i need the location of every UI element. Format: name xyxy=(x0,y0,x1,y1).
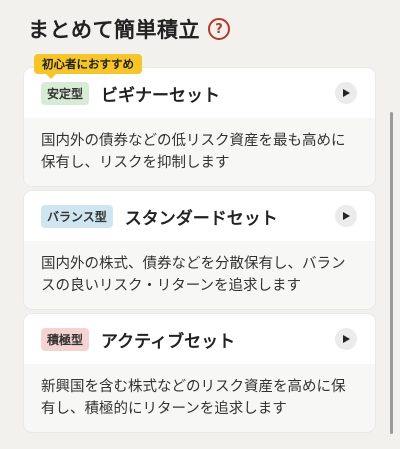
page-title: まとめて簡単積立 xyxy=(28,18,200,42)
risk-badge: 安定型 xyxy=(41,81,90,105)
risk-badge: 積極型 xyxy=(41,327,90,351)
play-icon xyxy=(343,212,350,220)
set-description: 新興国を含む株式などのリスク資産を高めに保有し、積極的にリターンを追求します xyxy=(41,379,346,417)
play-icon xyxy=(343,335,350,343)
play-button[interactable] xyxy=(335,82,357,104)
page-header: まとめて簡単積立 ? xyxy=(28,14,230,44)
risk-badge: バランス型 xyxy=(41,204,113,228)
set-description: 国内外の株式、債券などを分散保有し、バランスの良いリスク・リターンを追求します xyxy=(41,256,346,294)
set-name: ビギナーセット xyxy=(101,85,221,106)
scrollbar[interactable] xyxy=(390,112,393,434)
set-description: 国内外の債券などの低リスク資産を最も高めに保有し、リスクを抑制します xyxy=(41,133,346,171)
play-button[interactable] xyxy=(335,328,357,350)
play-button[interactable] xyxy=(335,205,357,227)
card-header[interactable]: バランス型 スタンダードセット xyxy=(24,191,375,241)
play-icon xyxy=(343,89,350,97)
set-name: スタンダードセット xyxy=(124,208,278,229)
set-card-active[interactable]: 積極型 アクティブセット 新興国を含む株式などのリスク資産を高めに保有し、積極的… xyxy=(24,314,375,432)
set-name: アクティブセット xyxy=(101,331,236,352)
card-header[interactable]: 積極型 アクティブセット xyxy=(24,314,375,364)
set-card-standard[interactable]: バランス型 スタンダードセット 国内外の株式、債券などを分散保有し、バランスの良… xyxy=(24,191,375,309)
recommended-ribbon: 初心者におすすめ xyxy=(34,54,142,79)
card-header[interactable]: 安定型 ビギナーセット xyxy=(24,68,375,118)
set-card-beginner[interactable]: 安定型 ビギナーセット 国内外の債券などの低リスク資産を最も高めに保有し、リスク… xyxy=(24,68,375,186)
help-icon[interactable]: ? xyxy=(208,18,230,40)
